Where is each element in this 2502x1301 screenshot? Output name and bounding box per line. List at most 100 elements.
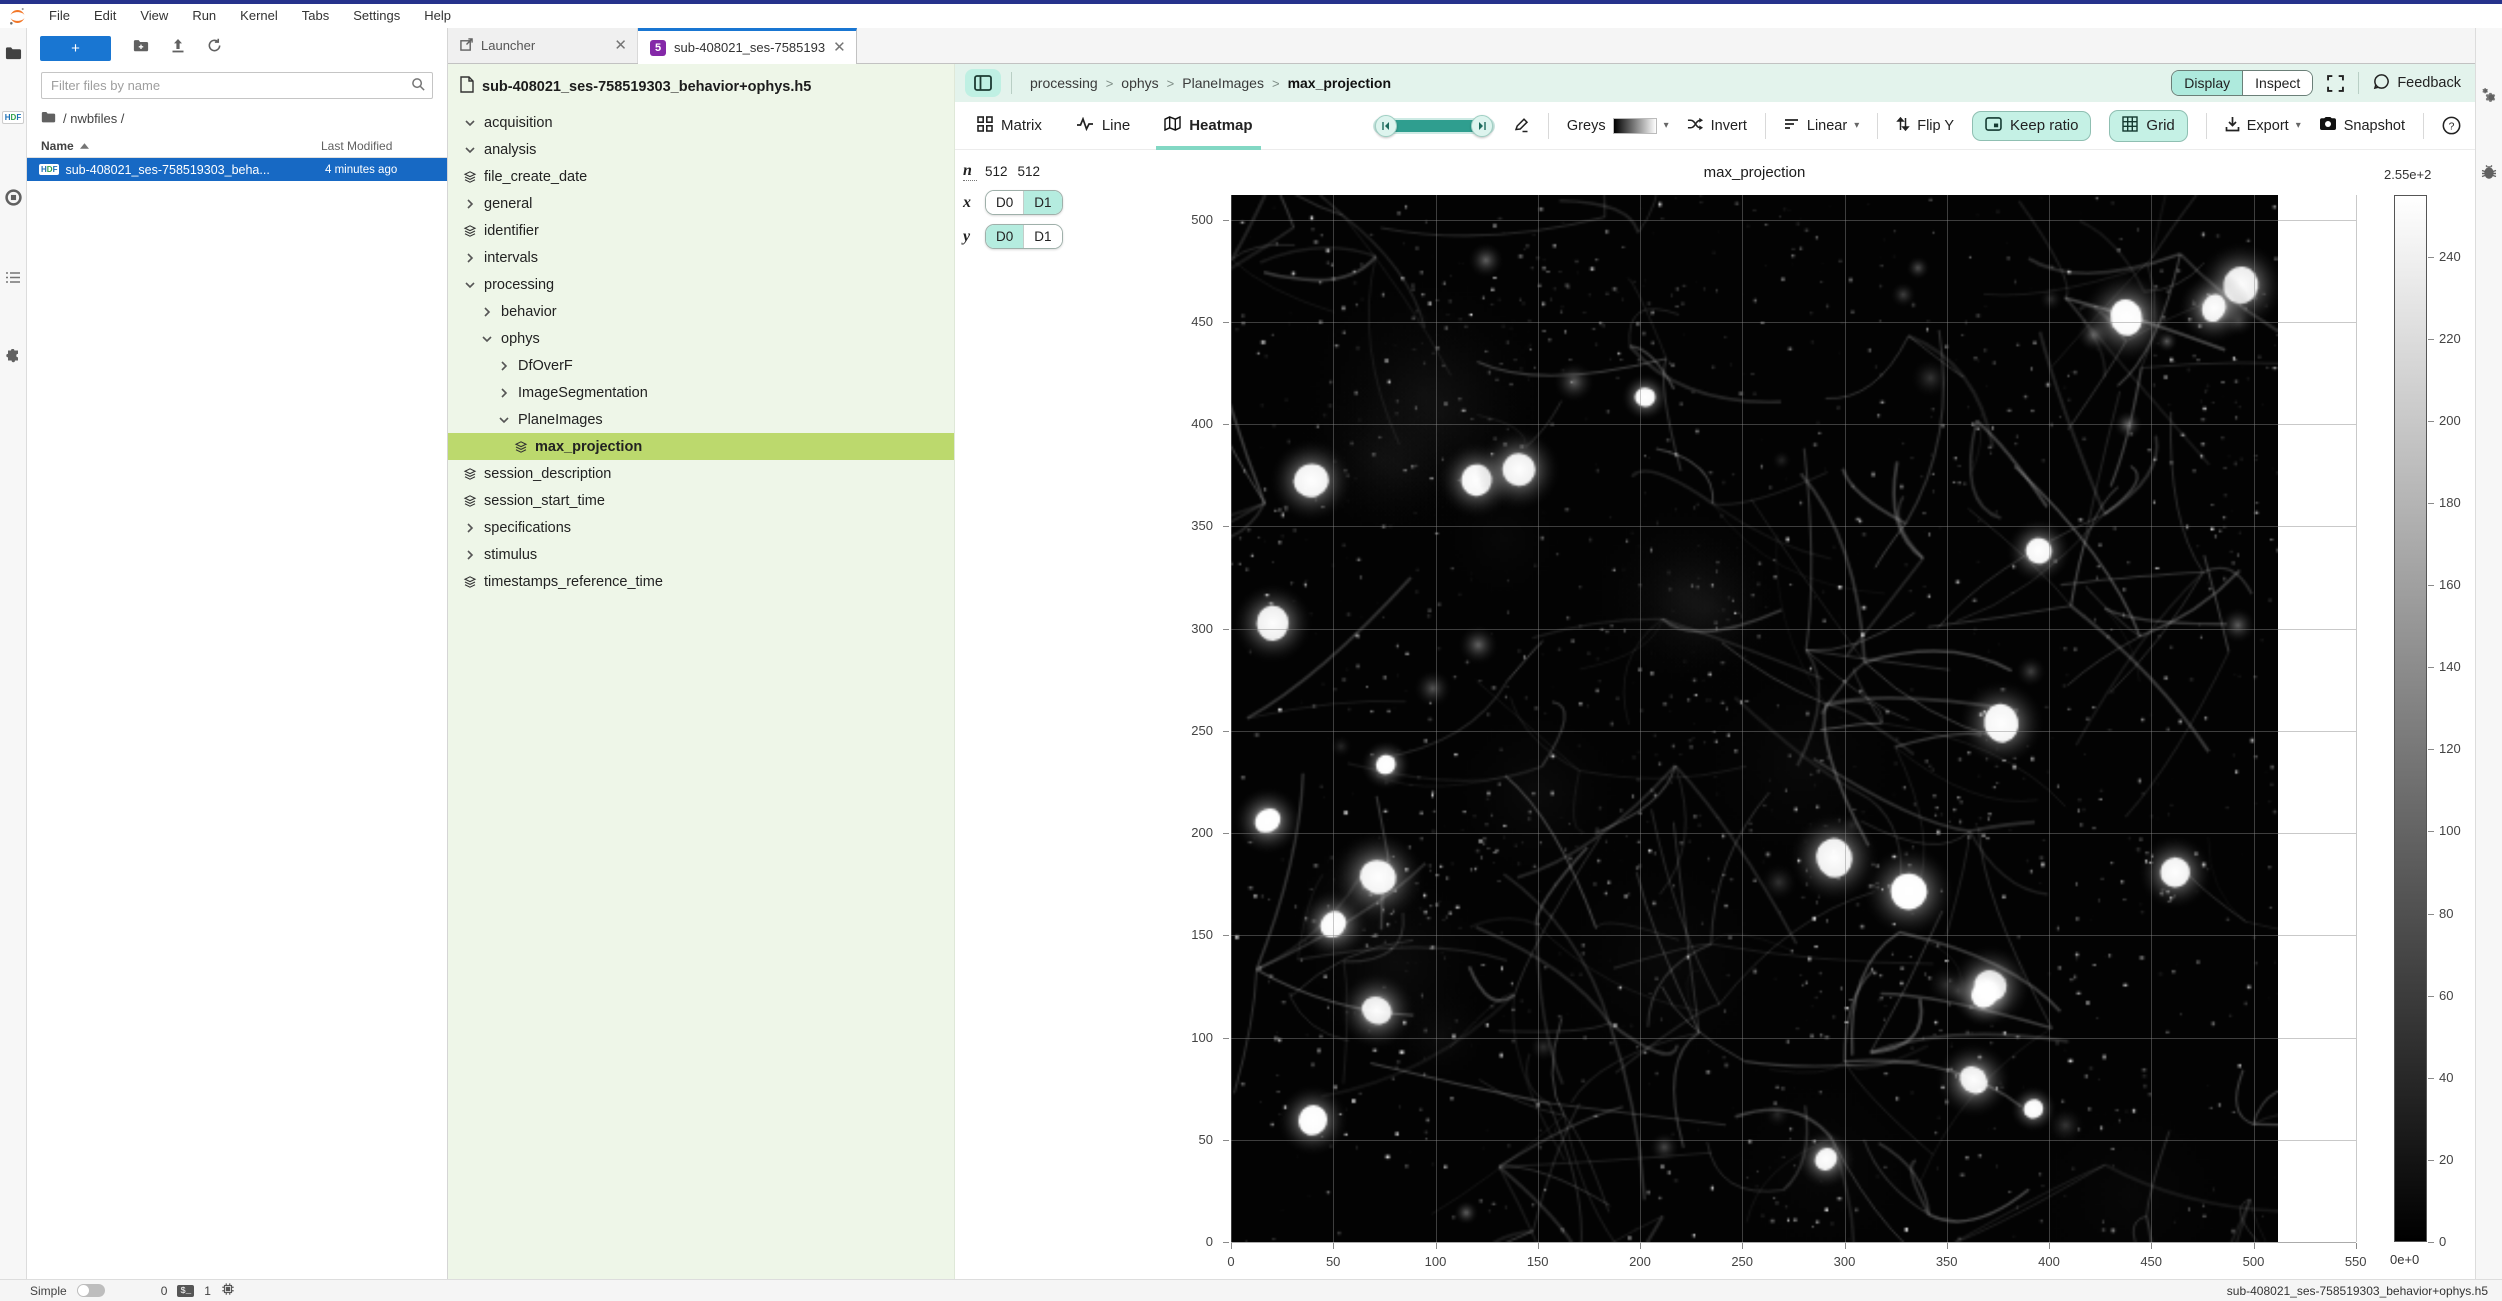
grid-toggle[interactable]: Grid (2109, 110, 2187, 142)
new-folder-icon[interactable] (133, 39, 149, 57)
toggle-explorer-icon[interactable] (965, 69, 1001, 97)
terminals-count[interactable]: 0 (161, 1284, 168, 1298)
crumb-planeimages[interactable]: PlaneImages (1182, 75, 1264, 91)
tree-item-processing[interactable]: processing (448, 271, 954, 298)
tree-item-ophys[interactable]: ophys (448, 325, 954, 352)
simple-mode-toggle[interactable] (77, 1284, 105, 1297)
breadcrumb-path[interactable]: / nwbfiles / (63, 111, 124, 126)
tree-item-behavior[interactable]: behavior (448, 298, 954, 325)
menu-tabs[interactable]: Tabs (290, 8, 341, 23)
tree-item-session-description[interactable]: session_description (448, 460, 954, 487)
tree-item-max-projection[interactable]: max_projection (448, 433, 954, 460)
file-browser-toolbar: + (27, 28, 447, 68)
tree-item-specifications[interactable]: specifications (448, 514, 954, 541)
launcher-icon (460, 38, 473, 54)
tree-item-analysis[interactable]: analysis (448, 136, 954, 163)
matrix-icon (977, 116, 993, 136)
colorbar[interactable] (2394, 195, 2427, 1242)
breadcrumb[interactable]: / nwbfiles / (27, 99, 447, 134)
column-header-name[interactable]: Name (41, 139, 321, 153)
edit-domain-icon[interactable] (1513, 117, 1530, 134)
tree-item-file-create-date[interactable]: file_create_date (448, 163, 954, 190)
tree-item-label: general (484, 196, 532, 212)
x-tick (2356, 1243, 2357, 1249)
property-inspector-icon[interactable] (2476, 78, 2502, 112)
matrix-view-button[interactable]: Matrix (969, 102, 1050, 150)
table-of-contents-icon[interactable] (0, 260, 27, 294)
tab-h5-file[interactable]: 5 sub-408021_ses-7585193 ✕ (638, 28, 857, 64)
y-tick (1223, 1140, 1229, 1141)
colorbar-tick (2428, 667, 2434, 668)
menu-settings[interactable]: Settings (341, 8, 412, 23)
menu-edit[interactable]: Edit (82, 8, 128, 23)
new-launcher-button[interactable]: + (40, 36, 111, 61)
tree-item-acquisition[interactable]: acquisition (448, 109, 954, 136)
gridline-vertical (1845, 195, 1846, 1242)
menu-help[interactable]: Help (412, 8, 463, 23)
menu-run[interactable]: Run (180, 8, 228, 23)
fullscreen-icon[interactable] (2327, 75, 2344, 92)
left-activity-bar: HDF (0, 28, 27, 1279)
domain-slider[interactable] (1373, 118, 1495, 134)
menu-kernel[interactable]: Kernel (228, 8, 290, 23)
invert-colormap-button[interactable]: Invert (1687, 117, 1747, 135)
keep-ratio-toggle[interactable]: Keep ratio (1972, 111, 2091, 141)
close-tab-icon[interactable]: ✕ (614, 39, 627, 53)
domain-max-handle[interactable] (1471, 115, 1493, 137)
line-view-button[interactable]: Line (1068, 102, 1138, 150)
tab-launcher[interactable]: Launcher ✕ (448, 28, 638, 63)
y-tick-label: 100 (1161, 1030, 1213, 1045)
menu-view[interactable]: View (128, 8, 180, 23)
column-header-modified[interactable]: Last Modified (321, 139, 439, 153)
domain-min-handle[interactable] (1375, 115, 1397, 137)
x-tick-label: 450 (2126, 1254, 2176, 1269)
crumb-processing[interactable]: processing (1030, 75, 1098, 91)
filter-files-input[interactable] (41, 72, 433, 99)
tree-item-imagesegmentation[interactable]: ImageSegmentation (448, 379, 954, 406)
gridline-horizontal (1231, 1140, 2356, 1141)
chevron-right-icon (479, 306, 494, 318)
chevron-down-icon (462, 279, 477, 291)
file-row[interactable]: HDFsub-408021_ses-758519303_beha... 4 mi… (27, 158, 447, 181)
heatmap-image[interactable] (1231, 195, 2278, 1242)
upload-icon[interactable] (171, 38, 185, 58)
refresh-icon[interactable] (207, 38, 222, 58)
display-tab[interactable]: Display (2172, 71, 2243, 95)
tree-item-general[interactable]: general (448, 190, 954, 217)
feedback-button[interactable]: Feedback (2373, 73, 2461, 94)
jupyterlab-window: FileEditViewRunKernelTabsSettingsHelp HD… (0, 0, 2502, 1301)
tree-item-intervals[interactable]: intervals (448, 244, 954, 271)
tree-item-planeimages[interactable]: PlaneImages (448, 406, 954, 433)
help-icon[interactable]: ? (2442, 116, 2461, 135)
kernels-count[interactable]: 1 (204, 1284, 211, 1298)
inspect-tab[interactable]: Inspect (2243, 71, 2312, 95)
tree-item-identifier[interactable]: identifier (448, 217, 954, 244)
export-menu[interactable]: Export ▾ (2225, 116, 2301, 136)
home-folder-icon[interactable] (41, 111, 56, 126)
close-tab-icon[interactable]: ✕ (833, 41, 846, 55)
running-kernels-icon[interactable] (0, 180, 27, 214)
chevron-right-icon (462, 549, 477, 561)
heatmap-view-button[interactable]: Heatmap (1156, 102, 1260, 150)
tree-item-timestamps-reference-time[interactable]: timestamps_reference_time (448, 568, 954, 595)
tree-item-dfoverf[interactable]: DfOverF (448, 352, 954, 379)
dataset-icon (462, 494, 477, 508)
y-tick-label: 50 (1161, 1132, 1213, 1147)
snapshot-button[interactable]: Snapshot (2319, 116, 2405, 135)
scale-selector[interactable]: Linear ▾ (1784, 118, 1859, 134)
x-tick (1333, 1243, 1334, 1249)
h5-file-title[interactable]: sub-408021_ses-758519303_behavior+ophys.… (448, 64, 954, 109)
crumb-ophys[interactable]: ophys (1121, 75, 1158, 91)
debugger-icon[interactable] (2476, 154, 2502, 188)
gridline-vertical (1742, 195, 1743, 1242)
tree-item-session-start-time[interactable]: session_start_time (448, 487, 954, 514)
colormap-selector[interactable]: Greys ▾ (1567, 118, 1669, 134)
x-tick-label: 350 (1922, 1254, 1972, 1269)
tree-item-stimulus[interactable]: stimulus (448, 541, 954, 568)
extension-manager-icon[interactable] (0, 340, 27, 374)
flip-y-button[interactable]: Flip Y (1896, 116, 1954, 136)
menu-file[interactable]: File (37, 8, 82, 23)
file-browser-icon[interactable] (0, 36, 27, 70)
tree-item-label: acquisition (484, 115, 553, 131)
hdf5-sidebar-icon[interactable]: HDF (0, 100, 27, 134)
